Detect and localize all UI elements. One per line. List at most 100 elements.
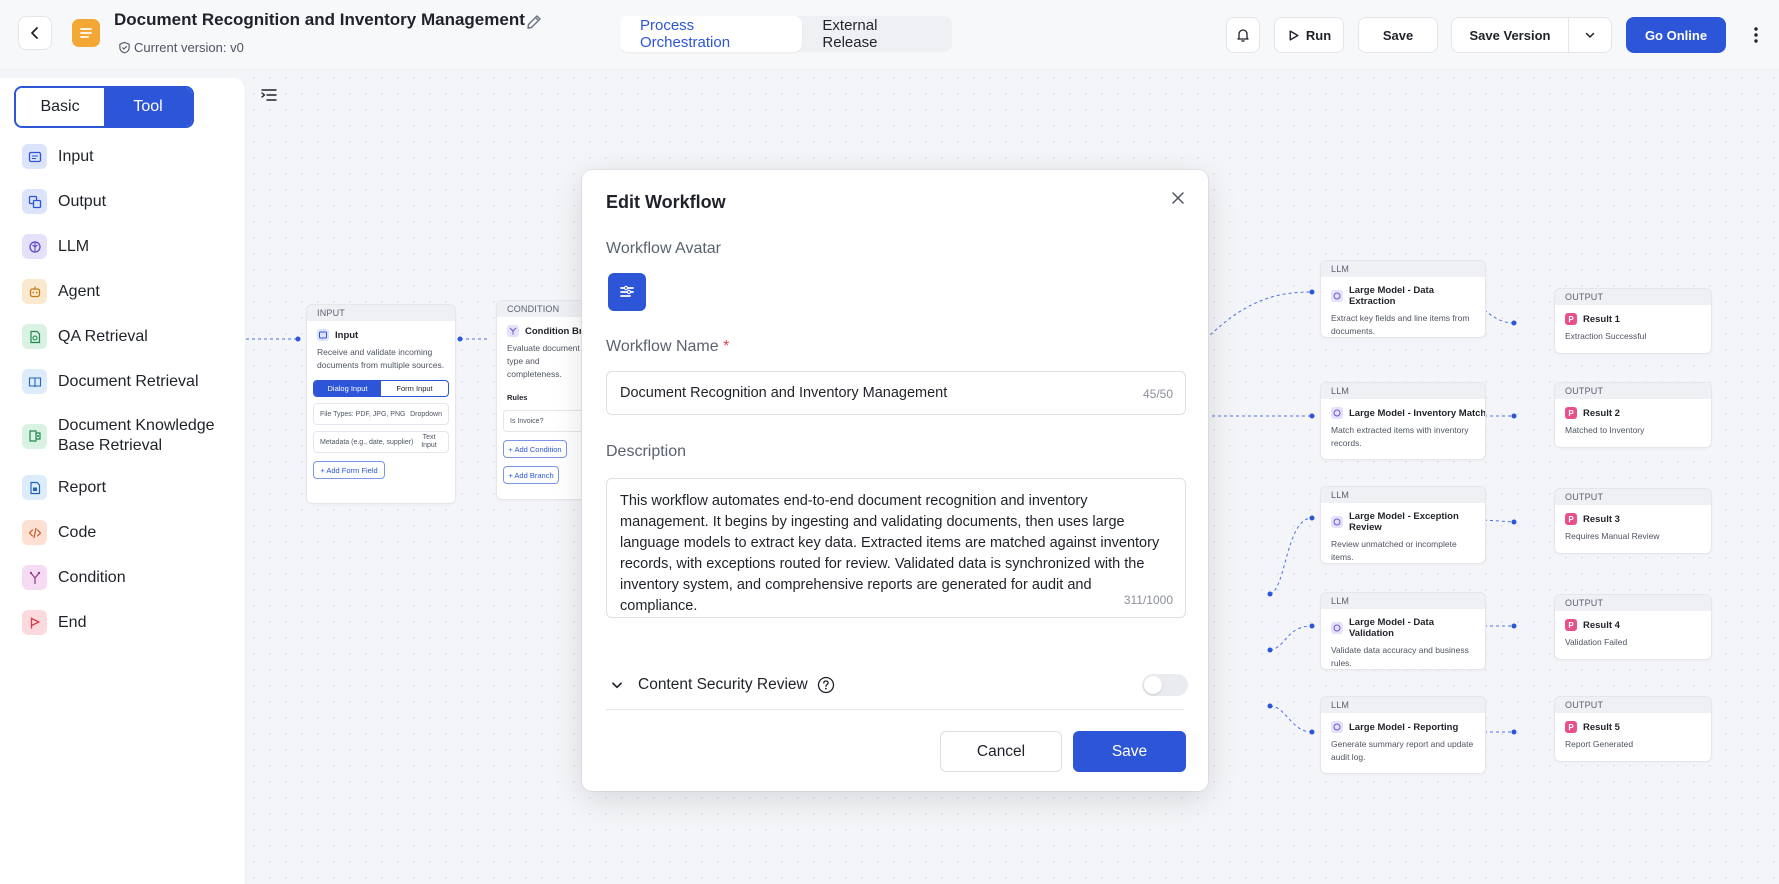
content-security-toggle[interactable] bbox=[1142, 674, 1188, 696]
llm-node[interactable]: LLM Large Model - Exception Review Revie… bbox=[1320, 486, 1486, 564]
edit-pencil-icon[interactable] bbox=[524, 12, 544, 32]
workflow-avatar-icon bbox=[620, 285, 634, 297]
description-label: Description bbox=[606, 443, 687, 460]
tab-form-input[interactable]: Form Input bbox=[381, 381, 448, 396]
node-type-label: LLM bbox=[1321, 487, 1485, 503]
llm-node[interactable]: LLM Large Model - Inventory Matching Mat… bbox=[1320, 382, 1486, 460]
output-node[interactable]: OUTPUT P Result 4 Validation Failed bbox=[1554, 594, 1712, 660]
node-title: P Result 3 bbox=[1555, 505, 1711, 525]
close-icon[interactable] bbox=[1170, 190, 1186, 206]
llm-icon bbox=[1331, 516, 1343, 528]
component-item-document-knowledge-base-retrieval[interactable]: Document Knowledge Base Retrieval bbox=[22, 414, 242, 458]
component-label: Condition bbox=[58, 568, 126, 586]
name-char-count: 45/50 bbox=[1142, 387, 1173, 401]
form-field-row[interactable]: File Types: PDF, JPG, PNG Dropdown bbox=[313, 403, 449, 425]
node-description: Validation Failed bbox=[1565, 637, 1628, 647]
input-icon bbox=[317, 329, 329, 341]
component-label: LLM bbox=[58, 237, 90, 255]
robot-icon bbox=[22, 279, 47, 304]
node-title-text: Large Model - Inventory Matching bbox=[1349, 407, 1486, 419]
output-node[interactable]: OUTPUT P Result 5 Report Generated bbox=[1554, 696, 1712, 762]
node-type-label: LLM bbox=[1321, 261, 1485, 277]
back-button[interactable] bbox=[18, 16, 52, 50]
component-item-end[interactable]: End bbox=[22, 610, 242, 635]
output-flag-icon: P bbox=[1565, 407, 1577, 419]
component-panel: Basic Tool Input Output LLM Agent QA Ret… bbox=[0, 78, 246, 884]
component-label: QA Retrieval bbox=[58, 327, 148, 345]
content-security-label: Content Security Review bbox=[638, 676, 808, 693]
component-item-agent[interactable]: Agent bbox=[22, 279, 242, 304]
component-item-document-retrieval[interactable]: Document Retrieval bbox=[22, 369, 242, 394]
node-title: Large Model - Data Validation bbox=[1321, 609, 1485, 639]
node-title: P Result 1 bbox=[1555, 305, 1711, 325]
cancel-button[interactable]: Cancel bbox=[940, 731, 1062, 772]
dialog-title: Edit Workflow bbox=[606, 192, 726, 212]
workflow-avatar[interactable] bbox=[608, 273, 646, 311]
tab-basic[interactable]: Basic bbox=[16, 88, 104, 126]
avatar-label: Workflow Avatar bbox=[606, 240, 722, 257]
save-dialog-button[interactable]: Save bbox=[1073, 731, 1186, 772]
node-title: Large Model - Inventory Matching bbox=[1321, 399, 1485, 419]
node-description: Requires Manual Review bbox=[1565, 531, 1660, 541]
node-description: Validate data accuracy and business rule… bbox=[1331, 645, 1469, 668]
add-condition-button[interactable]: + Add Condition bbox=[503, 440, 567, 458]
collapse-panel-icon[interactable] bbox=[260, 86, 278, 104]
top-bar: Document Recognition and Inventory Manag… bbox=[0, 0, 1779, 70]
description-char-count: 311/1000 bbox=[1123, 590, 1173, 611]
component-label: Document Knowledge Base Retrieval bbox=[58, 417, 215, 454]
output-node[interactable]: OUTPUT P Result 2 Matched to Inventory bbox=[1554, 382, 1712, 448]
component-item-report[interactable]: Report bbox=[22, 475, 242, 500]
node-type-label: OUTPUT bbox=[1555, 289, 1711, 305]
output-node[interactable]: OUTPUT P Result 1 Extraction Successful bbox=[1554, 288, 1712, 354]
component-item-qa-retrieval[interactable]: QA Retrieval bbox=[22, 324, 242, 349]
tab-external-release[interactable]: External Release bbox=[802, 16, 952, 52]
version-badge: Current version: v0 bbox=[118, 40, 244, 55]
report-icon bbox=[22, 475, 47, 500]
add-form-field-button[interactable]: + Add Form Field bbox=[313, 461, 385, 479]
node-title-text: Large Model - Reporting bbox=[1349, 721, 1459, 733]
node-type-label: LLM bbox=[1321, 383, 1485, 399]
workflow-name-input[interactable]: Document Recognition and Inventory Manag… bbox=[606, 371, 1186, 415]
divider bbox=[606, 709, 1184, 710]
node-description: Report Generated bbox=[1565, 739, 1634, 749]
output-flag-icon: P bbox=[1565, 513, 1577, 525]
save-button[interactable]: Save bbox=[1358, 17, 1438, 53]
component-item-code[interactable]: Code bbox=[22, 520, 242, 545]
component-item-output[interactable]: Output bbox=[22, 189, 242, 214]
output-node[interactable]: OUTPUT P Result 3 Requires Manual Review bbox=[1554, 488, 1712, 554]
go-online-button[interactable]: Go Online bbox=[1626, 17, 1726, 53]
input-node[interactable]: INPUT Input Receive and validate incomin… bbox=[306, 304, 456, 504]
save-version-dropdown[interactable] bbox=[1568, 17, 1612, 53]
llm-node[interactable]: LLM Large Model - Reporting Generate sum… bbox=[1320, 696, 1486, 774]
component-item-condition[interactable]: Condition bbox=[22, 565, 242, 590]
help-circle-icon[interactable] bbox=[817, 676, 835, 694]
description-textarea[interactable]: This workflow automates end-to-end docum… bbox=[606, 478, 1186, 618]
notifications-button[interactable] bbox=[1226, 17, 1260, 53]
llm-node[interactable]: LLM Large Model - Data Validation Valida… bbox=[1320, 592, 1486, 670]
field-type: Text Input bbox=[421, 434, 437, 449]
save-version-button[interactable]: Save Version bbox=[1451, 17, 1569, 53]
component-label: Code bbox=[58, 523, 97, 541]
workflow-name-value: Document Recognition and Inventory Manag… bbox=[620, 385, 948, 401]
tab-tool[interactable]: Tool bbox=[104, 88, 192, 126]
component-item-llm[interactable]: LLM bbox=[22, 234, 242, 259]
node-title: Large Model - Reporting bbox=[1321, 713, 1485, 733]
node-title-text: Large Model - Data Extraction bbox=[1349, 285, 1434, 307]
llm-icon bbox=[1331, 622, 1343, 634]
form-field-row[interactable]: Metadata (e.g., date, supplier) Text Inp… bbox=[313, 431, 449, 453]
node-type-label: LLM bbox=[1321, 593, 1485, 609]
component-type-switch: Basic Tool bbox=[14, 86, 194, 128]
llm-node[interactable]: LLM Large Model - Data Extraction Extrac… bbox=[1320, 260, 1486, 338]
node-title-text: Result 2 bbox=[1583, 407, 1620, 419]
run-button[interactable]: Run bbox=[1274, 17, 1344, 53]
field-type: Dropdown bbox=[410, 410, 442, 418]
tab-dialog-input[interactable]: Dialog Input bbox=[314, 381, 381, 396]
component-label: Agent bbox=[58, 282, 100, 300]
chevron-down-icon[interactable] bbox=[610, 678, 624, 692]
add-branch-button[interactable]: + Add Branch bbox=[503, 466, 559, 484]
shield-check-icon bbox=[119, 41, 130, 54]
more-options-icon[interactable] bbox=[1748, 22, 1764, 48]
tab-process-orchestration[interactable]: Process Orchestration bbox=[620, 16, 803, 52]
output-flag-icon: P bbox=[1565, 313, 1577, 325]
component-item-input[interactable]: Input bbox=[22, 144, 242, 169]
